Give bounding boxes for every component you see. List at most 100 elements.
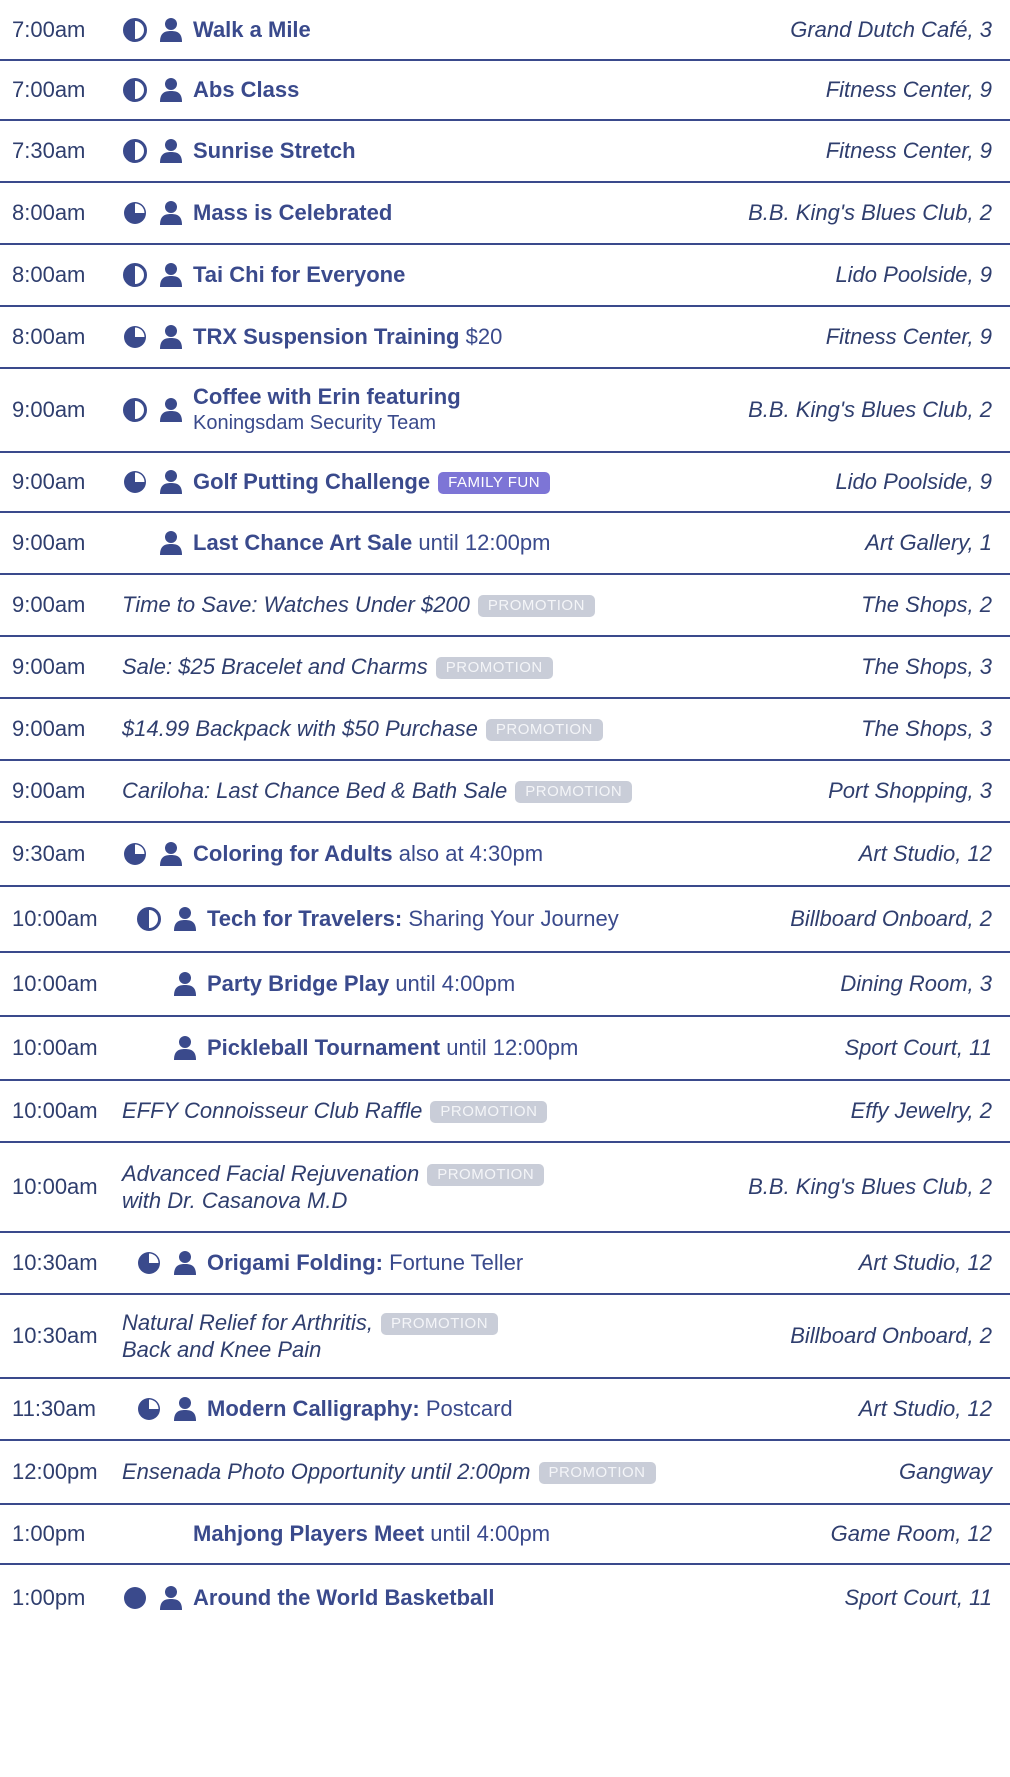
event-venue: Art Gallery, 1: [865, 530, 992, 555]
event-venue: B.B. King's Blues Club, 2: [748, 200, 992, 225]
activity-level-icon: [122, 469, 148, 495]
event-title: Golf Putting Challenge: [193, 469, 431, 494]
event-icons: [0, 906, 200, 932]
event-venue: Fitness Center, 9: [825, 138, 992, 163]
event-title: Last Chance Art Sale: [193, 530, 413, 555]
schedule-row: 9:00am Coffee with Erin featuring Konings…: [0, 368, 1010, 452]
schedule-row: 10:00am Party Bridge Play until 4:00pm Di…: [0, 952, 1010, 1016]
schedule-row: 10:00am EFFY Connoisseur Club Raffle PROMO…: [0, 1080, 1010, 1142]
event-detail: until 4:00pm: [430, 1521, 551, 1546]
event-venue: Gangway: [899, 1459, 992, 1484]
person-icon: [158, 397, 184, 423]
event-detail: until 12:00pm: [418, 530, 551, 555]
event-icons: [0, 1250, 200, 1276]
event-icons: [0, 397, 200, 423]
schedule-row: 10:30am Natural Relief for Arthritis, PROM…: [0, 1294, 1010, 1378]
event-title: Modern Calligraphy:: [207, 1396, 420, 1421]
event-description: Cariloha: Last Chance Bed & Bath Sale PRO…: [122, 777, 633, 805]
event-description: Natural Relief for Arthritis, PROMOTION Ba…: [122, 1309, 499, 1363]
activity-level-icon: [122, 324, 148, 350]
event-description: Modern Calligraphy: Postcard: [207, 1395, 513, 1423]
event-title: Coffee with Erin featuring: [193, 384, 461, 409]
schedule-row: 9:00am $14.99 Backpack with $50 Purchase P…: [0, 698, 1010, 760]
promotion-badge: PROMOTION: [430, 1101, 548, 1123]
event-description: Mass is Celebrated: [193, 199, 392, 227]
event-venue: The Shops, 3: [861, 716, 992, 741]
schedule-row: 9:00am Time to Save: Watches Under $200 PR…: [0, 574, 1010, 636]
event-description: Last Chance Art Sale until 12:00pm: [193, 529, 550, 557]
promotion-title: Time to Save: Watches Under $200: [122, 592, 470, 617]
event-description: EFFY Connoisseur Club Raffle PROMOTION: [122, 1097, 548, 1125]
person-icon: [172, 1035, 198, 1061]
event-description: Tai Chi for Everyone: [193, 261, 405, 289]
event-title: Coloring for Adults: [193, 841, 393, 866]
event-time: 10:00am: [12, 1174, 98, 1199]
event-time: 10:00am: [12, 1098, 98, 1123]
event-venue: Fitness Center, 9: [825, 324, 992, 349]
event-venue: Billboard Onboard, 2: [790, 1323, 992, 1348]
activity-level-icon: [122, 1585, 148, 1611]
person-icon: [158, 17, 184, 43]
event-venue: The Shops, 2: [861, 592, 992, 617]
activity-level-icon: [122, 397, 148, 423]
event-venue: B.B. King's Blues Club, 2: [748, 1174, 992, 1199]
activity-level-icon: [122, 262, 148, 288]
event-detail: until 4:00pm: [395, 971, 516, 996]
event-title: Tech for Travelers:: [207, 906, 403, 931]
event-time: 9:00am: [12, 654, 86, 679]
event-venue: Sport Court, 11: [844, 1585, 992, 1610]
schedule-row: 9:00am Golf Putting Challenge FAMILY FUN L…: [0, 452, 1010, 512]
event-description: $14.99 Backpack with $50 Purchase PROMOTI…: [122, 715, 603, 743]
promotion-title: Natural Relief for Arthritis,: [122, 1310, 374, 1335]
event-description: Origami Folding: Fortune Teller: [207, 1249, 523, 1277]
event-description: Pickleball Tournament until 12:00pm: [207, 1034, 578, 1062]
event-title: Around the World Basketball: [193, 1585, 495, 1610]
schedule-row: 10:00am Advanced Facial Rejuvenation PROMO…: [0, 1142, 1010, 1232]
schedule-row: 9:00am Sale: $25 Bracelet and Charms PROMO…: [0, 636, 1010, 698]
event-title: Tai Chi for Everyone: [193, 262, 406, 287]
event-detail: Postcard: [425, 1396, 513, 1421]
person-icon: [158, 262, 184, 288]
event-description: Sunrise Stretch: [193, 137, 356, 165]
activity-level-icon: [136, 1396, 162, 1422]
event-description: Time to Save: Watches Under $200 PROMOTIO…: [122, 591, 595, 619]
event-detail: Sharing Your Journey: [408, 906, 619, 931]
schedule-row: 9:00am Last Chance Art Sale until 12:00p…: [0, 512, 1010, 574]
event-icons: [0, 1585, 200, 1611]
schedule-row: 1:00pm Around the World Basketball Sport …: [0, 1564, 1010, 1632]
person-icon: [158, 530, 184, 556]
event-title: Origami Folding:: [207, 1250, 383, 1275]
event-venue: The Shops, 3: [861, 654, 992, 679]
person-icon: [158, 200, 184, 226]
person-icon: [158, 469, 184, 495]
event-title: Mass is Celebrated: [193, 200, 393, 225]
promotion-badge: PROMOTION: [477, 595, 595, 617]
event-venue: B.B. King's Blues Club, 2: [748, 397, 992, 422]
promotion-title: $14.99 Backpack with $50 Purchase: [122, 716, 478, 741]
promotion-badge: PROMOTION: [427, 1164, 545, 1186]
schedule-row: 9:30am Coloring for Adults also at 4:30p…: [0, 822, 1010, 886]
event-description: Ensenada Photo Opportunity until 2:00pm P…: [122, 1458, 656, 1486]
person-icon: [158, 841, 184, 867]
promotion-badge: PROMOTION: [538, 1462, 656, 1484]
event-venue: Game Room, 12: [830, 1521, 992, 1546]
activity-level-icon: [122, 200, 148, 226]
schedule-row: 8:00am Mass is Celebrated B.B. King's Blu…: [0, 182, 1010, 244]
event-time: 1:00pm: [12, 1521, 86, 1546]
event-title: Sunrise Stretch: [193, 138, 356, 163]
promotion-title-line2: Back and Knee Pain: [122, 1337, 322, 1362]
schedule-row: 8:00am TRX Suspension Training $20 Fitnes…: [0, 306, 1010, 368]
promotion-title: Ensenada Photo Opportunity until 2:00pm: [122, 1459, 531, 1484]
event-icons: [0, 17, 200, 43]
schedule-row: 9:00am Cariloha: Last Chance Bed & Bath S…: [0, 760, 1010, 822]
event-description: Walk a Mile: [193, 16, 311, 44]
event-title: Abs Class: [193, 77, 300, 102]
schedule-row: 10:00am Tech for Travelers: Sharing Your…: [0, 886, 1010, 952]
schedule-row: 10:00am Pickleball Tournament until 12:0…: [0, 1016, 1010, 1080]
event-venue: Art Studio, 12: [858, 1396, 992, 1421]
event-venue: Effy Jewelry, 2: [850, 1098, 992, 1123]
event-venue: Sport Court, 11: [844, 1035, 992, 1060]
event-title: Pickleball Tournament: [207, 1035, 441, 1060]
event-title: Mahjong Players Meet: [193, 1521, 425, 1546]
event-description: Mahjong Players Meet until 4:00pm: [193, 1520, 550, 1548]
